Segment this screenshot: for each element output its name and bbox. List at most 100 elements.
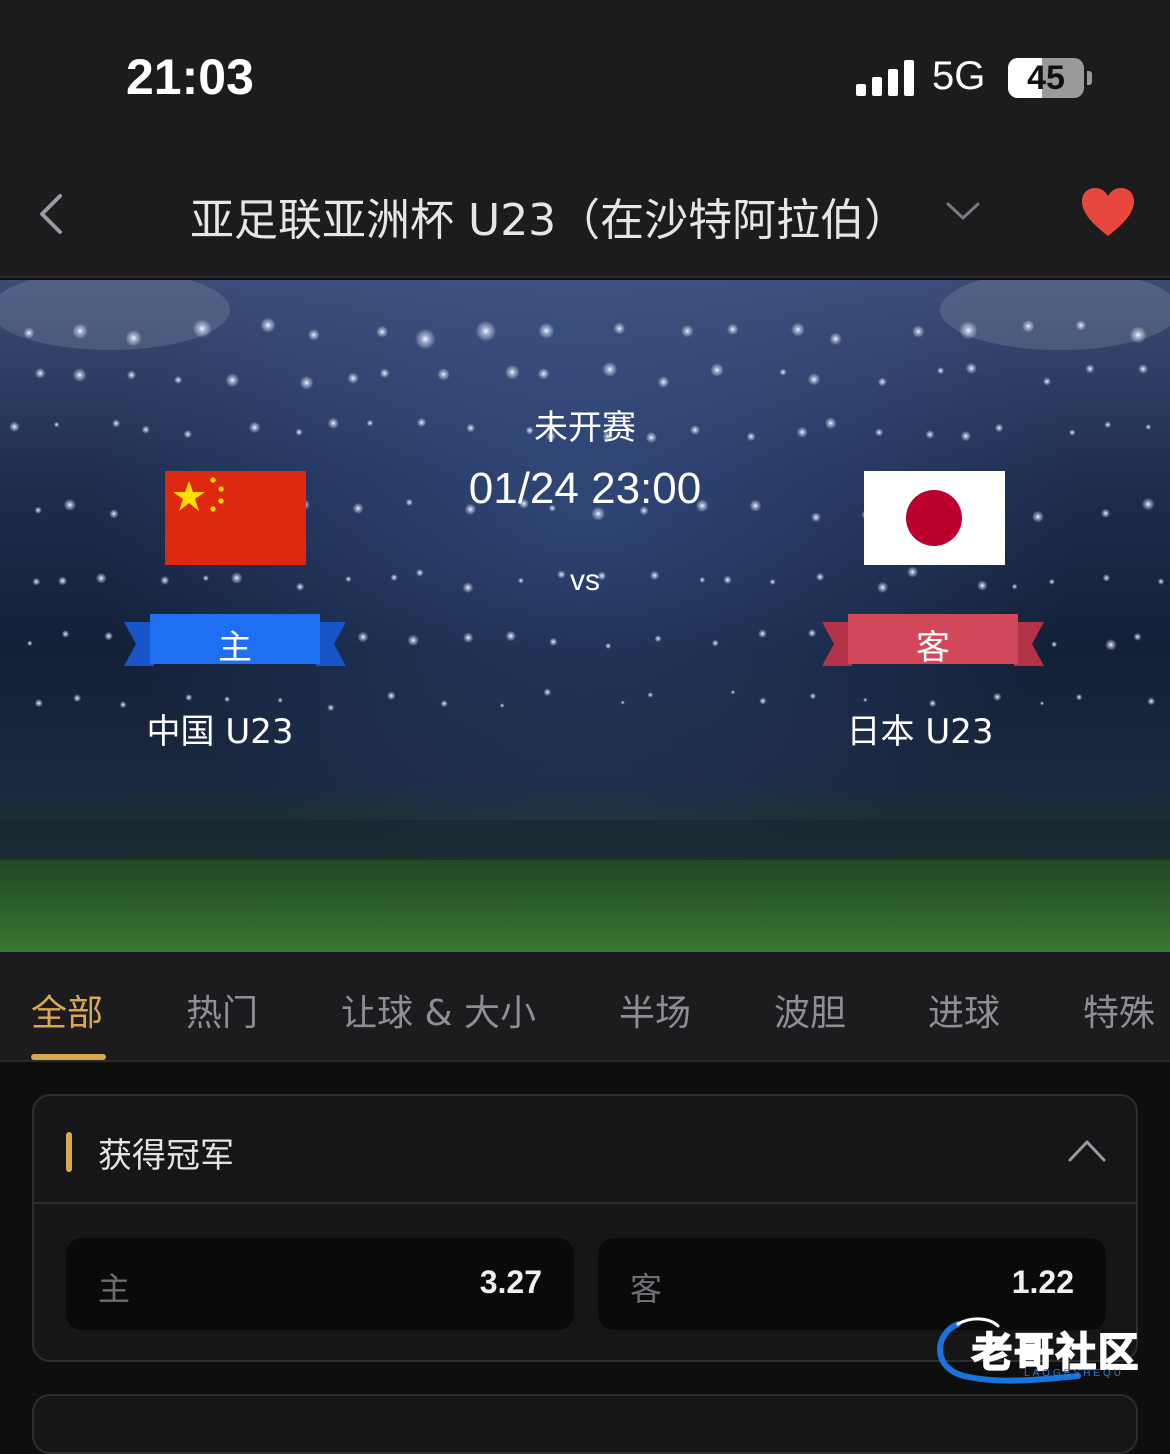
stadium-light <box>1042 377 1052 386</box>
stadium-light <box>779 368 787 376</box>
stadium-light <box>549 637 558 646</box>
match-status: 未开赛 <box>534 408 636 448</box>
stadium-light <box>807 373 821 386</box>
stadium-light <box>440 700 448 708</box>
stadium-light <box>730 690 736 695</box>
market-header[interactable]: 获得冠军 <box>34 1096 1136 1204</box>
stadium-light <box>192 319 212 338</box>
stadium-light <box>499 703 505 708</box>
stadium-light <box>277 697 283 703</box>
stadium-light <box>407 634 419 646</box>
market-tabs: 全部 热门 让球 & 大小 半场 波胆 进球 特殊 <box>0 952 1170 1062</box>
stadium-light <box>125 329 142 347</box>
market-title: 获得冠军 <box>98 1136 234 1176</box>
stadium-light <box>1075 320 1087 331</box>
stadium-light <box>1105 639 1117 651</box>
stadium-light <box>225 373 240 388</box>
home-team-name: 中国 U23 <box>146 712 294 752</box>
stadium-light <box>415 328 436 350</box>
market-card-next <box>32 1394 1138 1454</box>
signal-icon <box>856 58 916 96</box>
stadium-light <box>993 692 1002 702</box>
stadium-light <box>379 368 390 379</box>
stadium-light <box>647 692 654 698</box>
stadium-light <box>347 372 359 384</box>
stadium-light <box>299 375 314 390</box>
stadium-light <box>224 696 231 703</box>
status-bar: 21:03 5G 45 <box>0 0 1170 150</box>
stadium-light <box>1147 697 1156 706</box>
stadium-light <box>1138 364 1148 374</box>
league-title[interactable]: 亚足联亚洲杯 U23（在沙特阿拉伯） <box>190 184 908 248</box>
stadium-light <box>1085 364 1095 374</box>
odds-label: 主 <box>98 1270 131 1308</box>
stadium-light <box>34 698 43 708</box>
stadium-light <box>174 375 183 384</box>
stadium-light <box>505 630 517 642</box>
stadium-light <box>726 323 739 336</box>
odds-value: 1.22 <box>1011 1264 1074 1300</box>
back-icon[interactable] <box>34 192 70 236</box>
heart-icon[interactable] <box>1080 186 1136 238</box>
nav-bar: 亚足联亚洲杯 U23（在沙特阿拉伯） <box>0 150 1170 278</box>
stadium-light <box>61 630 70 638</box>
stadium-light <box>104 631 113 641</box>
stadium-light <box>1051 641 1058 648</box>
tab-handicap-over-under[interactable]: 让球 & 大小 <box>341 984 536 1036</box>
stadium-light <box>376 325 388 338</box>
stadium-light <box>808 629 817 638</box>
watermark-subtext: LAOGESHEQU <box>1024 1368 1125 1379</box>
stadium-light <box>654 635 662 643</box>
stadium-light <box>863 697 868 703</box>
stadium-light <box>260 317 276 333</box>
stadium-light <box>1022 320 1035 333</box>
stadium-light <box>1075 693 1083 701</box>
stadium-light <box>912 325 925 338</box>
stadium-light <box>386 691 396 701</box>
stadium-light <box>791 322 805 337</box>
stadium-light <box>959 321 978 340</box>
stadium-light <box>759 697 767 705</box>
stadium-light <box>463 632 474 643</box>
stadium-light <box>1129 326 1147 344</box>
stadium-light <box>23 327 35 339</box>
tab-popular[interactable]: 热门 <box>186 984 258 1036</box>
tab-goals[interactable]: 进球 <box>928 984 1000 1036</box>
odds-value: 3.27 <box>479 1264 542 1300</box>
china-flag-icon <box>165 471 306 565</box>
chevron-down-icon[interactable] <box>944 198 982 226</box>
home-badge: 主 <box>124 612 346 674</box>
tab-correct-score[interactable]: 波胆 <box>774 984 846 1036</box>
odds-button-home[interactable]: 主 3.27 <box>66 1238 574 1330</box>
market-accent-bar <box>66 1132 72 1172</box>
stadium-light <box>505 365 520 380</box>
stadium-light <box>965 362 977 374</box>
match-hero: 未开赛 01/24 23:00 vs 主 客 中国 U23 日本 U23 <box>0 280 1170 952</box>
vs-label: vs <box>570 564 600 597</box>
stadium-light <box>605 642 612 649</box>
stadium-light <box>613 322 626 335</box>
away-badge-label: 客 <box>916 628 950 668</box>
tab-half-time[interactable]: 半场 <box>619 984 691 1036</box>
odds-label: 客 <box>630 1270 663 1308</box>
away-team-name: 日本 U23 <box>846 712 994 752</box>
network-type: 5G <box>932 54 986 98</box>
stadium-light <box>829 332 842 345</box>
stadium-light <box>27 640 33 647</box>
stadium-light <box>711 639 719 647</box>
chevron-up-icon[interactable] <box>1066 1136 1108 1164</box>
stadium-light <box>72 368 87 382</box>
stadium-light <box>185 693 193 702</box>
stadium-light <box>73 694 82 703</box>
stadium-light <box>72 323 88 339</box>
stadium-light <box>602 361 618 377</box>
stadium-light <box>543 688 552 697</box>
tab-special[interactable]: 特殊 <box>1083 984 1155 1036</box>
stadium-light <box>657 376 670 388</box>
tab-all[interactable]: 全部 <box>31 984 103 1036</box>
tab-active-indicator <box>31 1054 106 1060</box>
battery-tip <box>1087 71 1092 85</box>
stadium-light <box>681 324 694 338</box>
japan-flag-icon <box>864 471 1005 565</box>
stadium-light <box>437 368 450 381</box>
